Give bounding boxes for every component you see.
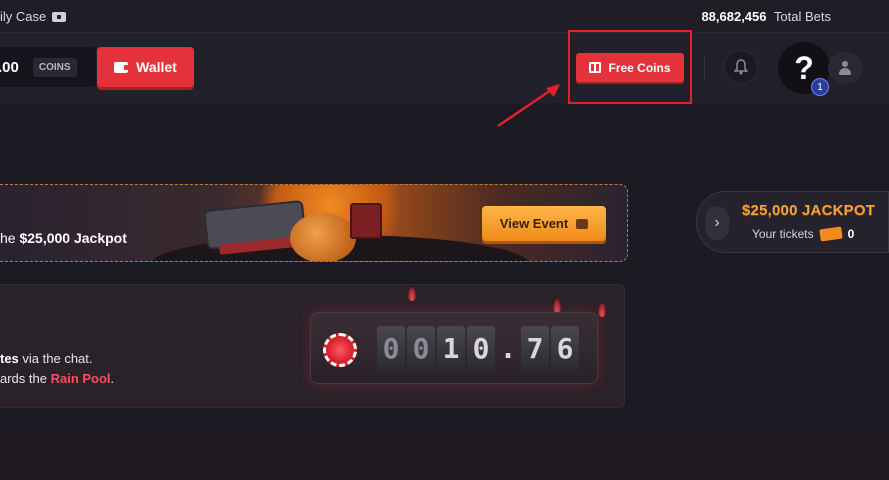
jackpot-card[interactable]: › $25,000 JACKPOT Your tickets 0 [696, 191, 889, 253]
ticket-stack-icon [576, 218, 589, 229]
rain-line2-prefix: ards the [0, 371, 51, 386]
wallet-label: Wallet [136, 59, 177, 75]
rain-line1-rest: via the chat. [18, 351, 93, 366]
balance-display: .00 COINS [0, 47, 96, 87]
ticket-icon [818, 226, 843, 242]
rain-panel: tes via the chat. ards the Rain Pool. 0 … [0, 284, 625, 408]
pumpkin-graphic [290, 213, 356, 261]
flame-icon [598, 303, 606, 317]
total-bets-label: Total Bets [773, 9, 831, 24]
chest-graphic [350, 203, 382, 239]
chest-icon [52, 11, 67, 22]
counter-digits: 0 0 1 0 . 7 6 [377, 326, 579, 370]
help-label: ? [794, 49, 814, 86]
counter-digit: 0 [377, 326, 405, 370]
user-icon [839, 61, 851, 75]
view-event-label: View Event [499, 216, 569, 231]
jackpot-tickets: Your tickets 0 [752, 226, 855, 242]
total-bets-value: 88,682,456 [701, 9, 767, 24]
balance-unit: COINS [32, 57, 77, 77]
notifications-button[interactable] [724, 50, 758, 84]
tickets-label: Your tickets [752, 227, 814, 241]
tickets-count: 0 [847, 227, 855, 241]
top-bar: ily Case 88,682,456 Total Bets [0, 0, 889, 33]
rain-line2-suffix: . [110, 371, 115, 386]
event-text-prefix: he [0, 230, 20, 246]
rain-text-line2: ards the Rain Pool. [0, 371, 114, 386]
counter-digit: 6 [551, 326, 579, 370]
chip-icon [323, 333, 357, 367]
daily-case-label: ily Case [0, 9, 47, 24]
annotation-arrow-icon [497, 84, 560, 128]
rain-line1-bold: tes [0, 351, 19, 366]
chevron-right-icon[interactable]: › [705, 206, 729, 240]
event-text: he $25,000 Jackpot [0, 230, 127, 246]
balance-amount: .00 [0, 58, 19, 76]
free-coins-button[interactable]: Free Coins [576, 53, 684, 82]
daily-case-link[interactable]: ily Case [0, 9, 67, 24]
flame-icon [408, 287, 416, 301]
header-divider [704, 56, 705, 80]
event-text-bold: $25,000 Jackpot [19, 230, 127, 246]
counter-digit: 7 [521, 326, 549, 370]
wallet-icon [114, 61, 130, 73]
help-badge: 1 [811, 78, 829, 96]
jackpot-title: $25,000 JACKPOT [742, 202, 876, 219]
counter-decimal: . [499, 331, 517, 365]
rain-pool-counter: 0 0 1 0 . 7 6 [310, 312, 598, 384]
flame-icon [553, 299, 561, 313]
counter-digit: 1 [437, 326, 465, 370]
free-coins-label: Free Coins [608, 60, 671, 75]
counter-digit: 0 [407, 326, 435, 370]
user-menu-button[interactable] [828, 52, 862, 84]
background-fade [0, 410, 889, 480]
counter-digit: 0 [467, 326, 495, 370]
rain-text-line1: tes via the chat. [0, 351, 93, 366]
total-bets: 88,682,456 Total Bets [701, 9, 831, 24]
wallet-button[interactable]: Wallet [97, 47, 194, 87]
view-event-button[interactable]: View Event [482, 206, 606, 241]
event-banner: he $25,000 Jackpot View Event [0, 184, 628, 262]
bell-icon [734, 59, 748, 75]
rain-pool-link[interactable]: Rain Pool [51, 371, 111, 386]
gift-icon [589, 62, 602, 73]
